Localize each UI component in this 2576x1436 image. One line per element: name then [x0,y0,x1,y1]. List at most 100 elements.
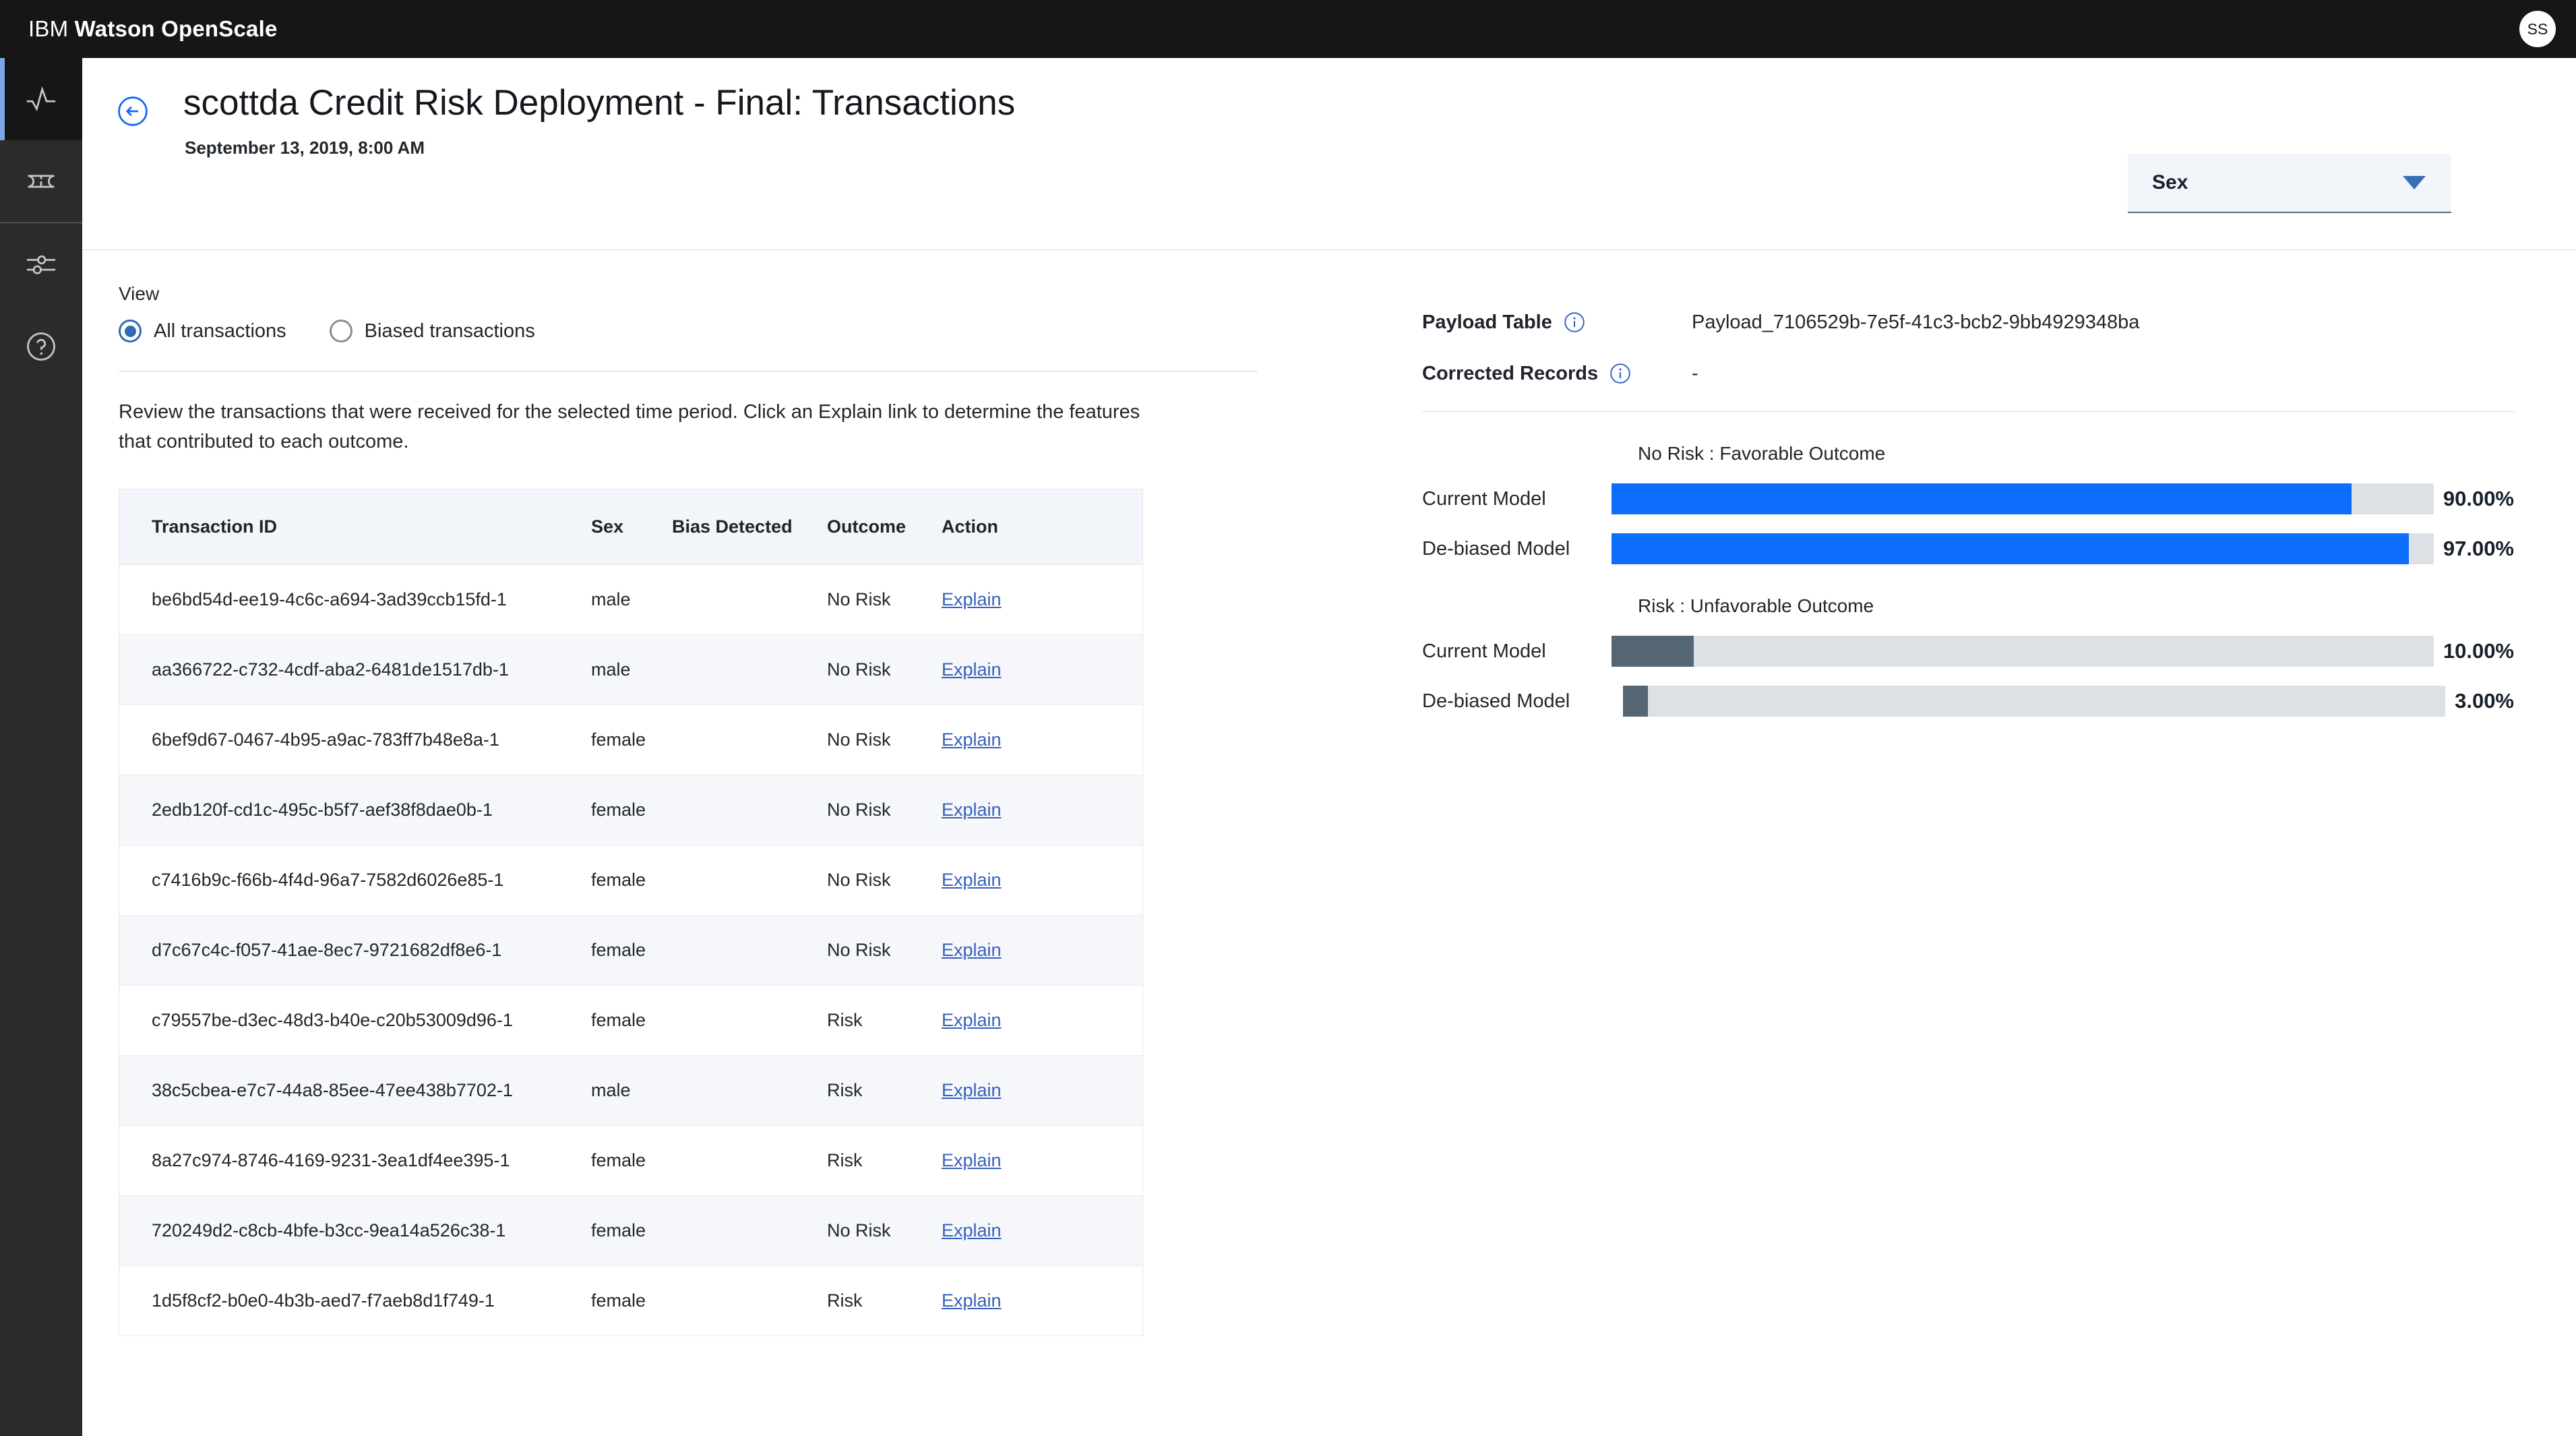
help-circle-icon [24,329,59,364]
explain-link[interactable]: Explain [942,589,1002,609]
table-row: d7c67c4c-f057-41ae-8ec7-9721682df8e6-1fe… [119,916,1142,986]
chevron-down-icon [2403,176,2426,189]
panel-description: Review the transactions that were receiv… [119,397,1163,456]
table-row: 6bef9d67-0467-4b95-a9ac-783ff7b48e8a-1fe… [119,705,1142,775]
cell-transaction-id: c7416b9c-f66b-4f4d-96a7-7582d6026e85-1 [119,870,591,891]
chart-bar-row: De-biased Model 3.00% [1422,686,2514,717]
cell-outcome: No Risk [827,870,942,891]
cell-sex: male [591,659,672,680]
page-header: scottda Credit Risk Deployment - Final: … [82,58,2576,250]
table-row: 8a27c974-8746-4169-9231-3ea1df4ee395-1fe… [119,1126,1142,1196]
cell-outcome: No Risk [827,800,942,820]
table-row: 2edb120f-cd1c-495c-b5f7-aef38f8dae0b-1fe… [119,775,1142,845]
info-icon[interactable] [1563,311,1586,334]
app-root: IBM Watson OpenScale SS [0,0,2576,1436]
page-timestamp: September 13, 2019, 8:00 AM [185,138,425,158]
sidebar-item-configure[interactable] [0,223,82,305]
table-body: be6bd54d-ee19-4c6c-a694-3ad39ccb15fd-1ma… [119,565,1142,1336]
table-row: 1d5f8cf2-b0e0-4b3b-aed7-f7aeb8d1f749-1fe… [119,1266,1142,1336]
explain-link[interactable]: Explain [942,1010,1002,1030]
user-avatar[interactable]: SS [2519,11,2556,47]
payload-table-label-text: Payload Table [1422,311,1552,334]
radio-all-transactions[interactable]: All transactions [119,320,286,342]
back-arrow-icon [117,96,148,127]
radio-ring-icon [330,320,352,342]
cell-outcome: No Risk [827,940,942,961]
ticket-icon [24,164,59,199]
table-row: aa366722-c732-4cdf-aba2-6481de1517db-1ma… [119,635,1142,705]
explain-link[interactable]: Explain [942,940,1002,960]
activity-pulse-icon [24,82,59,117]
payload-table-row: Payload Table Payload_7106529b-7e5f-41c3… [1422,297,2514,348]
cell-transaction-id: aa366722-c732-4cdf-aba2-6481de1517db-1 [119,659,591,680]
cell-sex: male [591,589,672,610]
chart-bar-label: De-biased Model [1422,690,1623,713]
cell-outcome: Risk [827,1290,942,1311]
chart-bar-value: 90.00% [2443,487,2514,511]
cell-sex: female [591,1290,672,1311]
table-row: 38c5cbea-e7c7-44a8-85ee-47ee438b7702-1ma… [119,1056,1142,1126]
corrected-records-row: Corrected Records - [1422,348,2514,399]
sidebar-item-help[interactable] [0,305,82,388]
top-navigation-bar: IBM Watson OpenScale SS [0,0,2576,58]
cell-outcome: No Risk [827,729,942,750]
details-panel: Payload Table Payload_7106529b-7e5f-41c3… [1422,297,2514,717]
details-divider [1422,411,2514,412]
corrected-records-label: Corrected Records [1422,362,1692,385]
cell-outcome: No Risk [827,659,942,680]
explain-link[interactable]: Explain [942,1220,1002,1240]
chart-bar-track [1612,533,2434,564]
column-header-bias-detected: Bias Detected [672,516,827,537]
chart-bar-value: 3.00% [2455,689,2514,713]
chart-bar-label: Current Model [1422,640,1612,663]
transactions-panel: View All transactions Biased transaction… [119,283,1258,1336]
chart-bar-label: De-biased Model [1422,538,1612,560]
chart-bar-fill [1612,483,2352,514]
column-header-sex: Sex [591,516,672,537]
table-row: be6bd54d-ee19-4c6c-a694-3ad39ccb15fd-1ma… [119,565,1142,635]
view-group-label: View [119,283,1258,305]
fairness-charts: No Risk : Favorable Outcome Current Model… [1422,443,2514,717]
sidebar-item-tickets[interactable] [0,140,82,222]
cell-transaction-id: 8a27c974-8746-4169-9231-3ea1df4ee395-1 [119,1150,591,1171]
cell-transaction-id: 720249d2-c8cb-4bfe-b3cc-9ea14a526c38-1 [119,1220,591,1241]
cell-outcome: Risk [827,1080,942,1101]
cell-outcome: Risk [827,1010,942,1031]
explain-link[interactable]: Explain [942,1150,1002,1170]
cell-sex: female [591,870,672,891]
cell-transaction-id: 38c5cbea-e7c7-44a8-85ee-47ee438b7702-1 [119,1080,591,1101]
table-row: c79557be-d3ec-48d3-b40e-c20b53009d96-1fe… [119,986,1142,1056]
attribute-select[interactable]: Sex [2128,154,2451,213]
cell-transaction-id: be6bd54d-ee19-4c6c-a694-3ad39ccb15fd-1 [119,589,591,610]
explain-link[interactable]: Explain [942,659,1002,680]
column-header-action: Action [942,516,1076,537]
cell-transaction-id: d7c67c4c-f057-41ae-8ec7-9721682df8e6-1 [119,940,591,961]
explain-link[interactable]: Explain [942,870,1002,890]
explain-link[interactable]: Explain [942,800,1002,820]
brand-ibm: IBM [28,16,68,41]
radio-biased-transactions[interactable]: Biased transactions [330,320,535,342]
chart-title: No Risk : Favorable Outcome [1638,443,2514,465]
cell-outcome: Risk [827,1150,942,1171]
payload-table-value: Payload_7106529b-7e5f-41c3-bcb2-9bb49293… [1692,311,2139,334]
cell-outcome: No Risk [827,589,942,610]
table-row: 720249d2-c8cb-4bfe-b3cc-9ea14a526c38-1fe… [119,1196,1142,1266]
cell-sex: female [591,729,672,750]
explain-link[interactable]: Explain [942,1290,1002,1311]
cell-sex: male [591,1080,672,1101]
back-button[interactable] [117,96,148,127]
cell-transaction-id: 2edb120f-cd1c-495c-b5f7-aef38f8dae0b-1 [119,800,591,820]
explain-link[interactable]: Explain [942,729,1002,750]
cell-sex: female [591,1010,672,1031]
outcome-chart: No Risk : Favorable OutcomeCurrent Model… [1422,443,2514,564]
sidebar-item-monitors[interactable] [0,58,82,140]
cell-sex: female [591,1150,672,1171]
chart-bar-row: De-biased Model97.00% [1422,533,2514,564]
chart-bar-track [1612,636,2434,667]
info-icon[interactable] [1609,362,1632,385]
column-header-outcome: Outcome [827,516,942,537]
transactions-table: Transaction ID Sex Bias Detected Outcome… [119,489,1143,1336]
radio-biased-transactions-label: Biased transactions [365,320,535,342]
sliders-icon [24,247,59,282]
explain-link[interactable]: Explain [942,1080,1002,1100]
